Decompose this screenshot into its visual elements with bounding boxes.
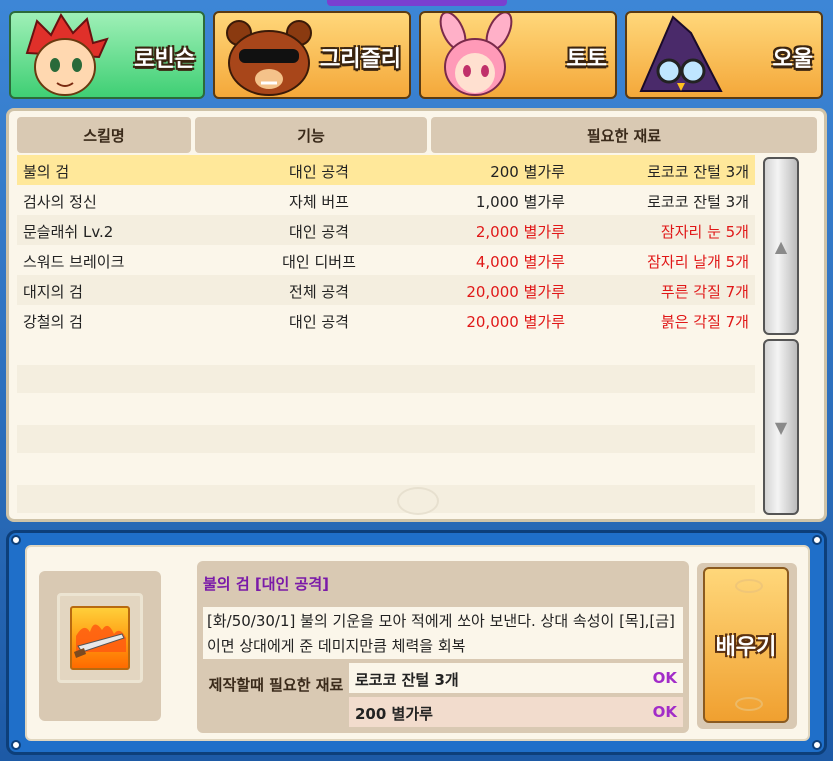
empty-row — [17, 425, 755, 453]
skill-dust-cost: 4,000 별가루 — [475, 253, 565, 271]
table-row[interactable]: 강철의 검 대인 공격 20,000 별가루 붉은 각질 7개 — [17, 305, 755, 335]
skill-name: 불의 검 — [23, 163, 70, 181]
requirement-row: 200 별가루 OK — [349, 697, 683, 727]
learn-button-label: 배우기 — [715, 635, 777, 660]
requirement-status: OK — [652, 703, 677, 721]
tab-label: 오울 — [772, 47, 813, 72]
tab-owl[interactable]: 오울 — [625, 11, 823, 99]
requirements-label: 제작할때 필요한 재료 — [208, 676, 344, 694]
rivet-icon — [812, 740, 822, 750]
window-top-handle — [327, 0, 507, 6]
rivet-icon — [812, 535, 822, 545]
skill-description: [화/50/30/1] 불의 기운을 모아 적에게 쏘아 보낸다. 상대 속성이… — [203, 607, 683, 663]
skill-icon-box — [39, 571, 161, 721]
skill-name: 검사의 정신 — [23, 193, 97, 211]
requirement-name: 로코코 잔털 3개 — [355, 671, 459, 689]
skill-window: 로빈슨 그리즐리 토토 오울 스킬명 기능 필요한 재료 불의 검 대인 공격 … — [0, 0, 833, 761]
rivet-icon — [11, 535, 21, 545]
skill-dust-cost: 2,000 별가루 — [475, 223, 565, 241]
skill-item-cost: 로코코 잔털 3개 — [647, 193, 749, 211]
skill-function: 전체 공격 — [289, 283, 349, 301]
requirement-name: 200 별가루 — [355, 705, 433, 723]
tab-label: 토토 — [566, 47, 607, 72]
skill-name: 문슬래쉬 Lv.2 — [23, 223, 114, 241]
skill-dust-cost: 200 별가루 — [490, 163, 565, 181]
skill-item-cost: 잠자리 날개 5개 — [647, 253, 749, 271]
tab-robinson[interactable]: 로빈슨 — [9, 11, 205, 99]
skill-title: 불의 검 [대인 공격] — [203, 575, 329, 593]
skill-list-panel: 스킬명 기능 필요한 재료 불의 검 대인 공격 200 별가루 로코코 잔털 … — [6, 108, 827, 522]
tab-toto[interactable]: 토토 — [419, 11, 617, 99]
skill-description-box: 불의 검 [대인 공격] [화/50/30/1] 불의 기운을 모아 적에게 쏘… — [197, 561, 689, 669]
tab-label: 그리즐리 — [320, 47, 401, 72]
grizzly-bear-portrait-icon — [226, 20, 312, 96]
skill-dust-cost: 20,000 별가루 — [466, 313, 565, 331]
header-function: 기능 — [195, 117, 427, 153]
ornament-icon — [735, 579, 763, 593]
table-row[interactable]: 스워드 브레이크 대인 디버프 4,000 별가루 잠자리 날개 5개 — [17, 245, 755, 275]
robinson-portrait-icon — [25, 13, 109, 96]
table-row[interactable]: 검사의 정신 자체 버프 1,000 별가루 로코코 잔털 3개 — [17, 185, 755, 215]
table-row[interactable]: 문슬래쉬 Lv.2 대인 공격 2,000 별가루 잠자리 눈 5개 — [17, 215, 755, 245]
skill-function: 대인 공격 — [289, 223, 349, 241]
skill-detail-panel: 불의 검 [대인 공격] [화/50/30/1] 불의 기운을 모아 적에게 쏘… — [6, 530, 827, 755]
skill-function: 자체 버프 — [289, 193, 349, 211]
skill-item-cost: 푸른 각질 7개 — [660, 283, 749, 301]
requirement-status: OK — [652, 669, 677, 687]
learn-button[interactable]: 배우기 — [703, 567, 789, 723]
skill-item-cost: 붉은 각질 7개 — [660, 313, 749, 331]
skill-icon-frame — [57, 593, 143, 683]
skill-item-cost: 잠자리 눈 5개 — [660, 223, 749, 241]
scroll-up-button[interactable]: ▲ — [763, 157, 799, 335]
tab-grizzly[interactable]: 그리즐리 — [213, 11, 411, 99]
skill-function: 대인 공격 — [289, 313, 349, 331]
toto-rabbit-portrait-icon — [439, 13, 513, 96]
skill-item-cost: 로코코 잔털 3개 — [647, 163, 749, 181]
rivet-icon — [11, 740, 21, 750]
header-skill-name: 스킬명 — [17, 117, 191, 153]
skill-function: 대인 공격 — [289, 163, 349, 181]
requirements-box: 제작할때 필요한 재료 로코코 잔털 3개 OK 200 별가루 OK — [197, 659, 689, 733]
skill-dust-cost: 20,000 별가루 — [466, 283, 565, 301]
fire-sword-icon — [74, 624, 126, 658]
ornament-icon — [735, 697, 763, 711]
skill-name: 대지의 검 — [23, 283, 83, 301]
table-header: 스킬명 기능 필요한 재료 — [17, 117, 817, 153]
skill-function: 대인 디버프 — [282, 253, 356, 271]
table-row[interactable]: 불의 검 대인 공격 200 별가루 로코코 잔털 3개 — [17, 155, 755, 185]
empty-row — [17, 485, 755, 513]
learn-button-frame: 배우기 — [697, 563, 797, 729]
skill-name: 스워드 브레이크 — [23, 253, 125, 271]
skill-dust-cost: 1,000 별가루 — [475, 193, 565, 211]
requirement-row: 로코코 잔털 3개 OK — [349, 663, 683, 693]
table-row[interactable]: 대지의 검 전체 공격 20,000 별가루 푸른 각질 7개 — [17, 275, 755, 305]
fire-sword-icon — [70, 606, 130, 670]
tab-label: 로빈슨 — [134, 47, 195, 72]
header-materials: 필요한 재료 — [431, 117, 817, 153]
empty-row — [17, 365, 755, 393]
owl-wizard-portrait-icon — [639, 15, 723, 92]
detail-content: 불의 검 [대인 공격] [화/50/30/1] 불의 기운을 모아 적에게 쏘… — [25, 545, 810, 741]
skill-name: 강철의 검 — [23, 313, 83, 331]
panel-emblem-icon — [397, 487, 439, 515]
scroll-down-button[interactable]: ▼ — [763, 339, 799, 515]
